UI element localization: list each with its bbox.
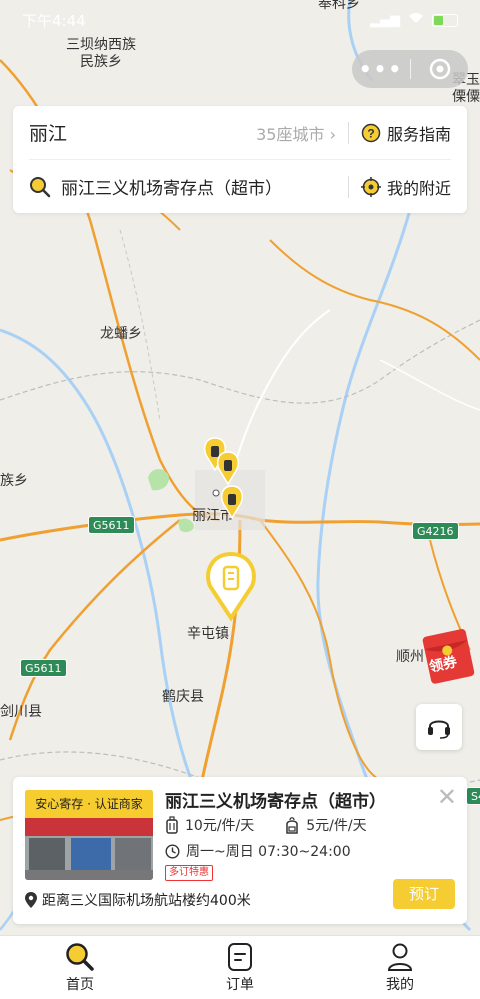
city-row: 丽江 35座城市 › ? 服务指南 [29,106,451,160]
close-mini-program-icon[interactable] [411,58,468,80]
hours-row: 周一~周日 07:30~24:00 [165,841,351,861]
search-icon [66,943,94,971]
service-guide-label: 服务指南 [386,124,451,144]
price-small-luggage: 5元/件/天 [306,818,367,834]
promo-tag: 多订特惠 [165,865,213,881]
divider [347,175,349,198]
tab-bar: 首页 订单 我的 [0,935,480,999]
svg-text:?: ? [367,126,374,140]
tab-profile[interactable]: 我的 [320,936,480,999]
divider [347,121,349,144]
wifi-icon [408,12,424,28]
tab-label: 订单 [226,977,254,993]
nearby-button[interactable]: 我的附近 [360,175,451,199]
tab-orders[interactable]: 订单 [160,936,320,999]
close-icon[interactable]: ✕ [437,785,457,809]
price-row: 10元/件/天 5元/件/天 [165,815,367,835]
store-name: 丽江三义机场寄存点（超市） [165,792,386,812]
tab-label: 首页 [66,977,94,993]
map-marker[interactable] [216,451,240,486]
map-marker[interactable] [220,485,244,520]
clock-icon [165,843,180,859]
store-card[interactable]: 安心寄存 · 认证商家 丽江三义机场寄存点（超市） ✕ 10元/件/天 5元/件… [13,777,467,924]
search-icon [30,176,51,197]
user-icon [387,943,413,971]
city-count-link[interactable]: 35座城市 › [256,121,336,145]
backpack-icon [286,817,298,834]
store-photo: 安心寄存 · 认证商家 [25,790,153,880]
nearby-label: 我的附近 [386,178,451,198]
city-count-label: 35座城市 [256,124,325,144]
service-guide-button[interactable]: ? 服务指南 [361,121,451,145]
opening-hours: 周一~周日 07:30~24:00 [186,844,351,860]
more-icon[interactable]: ••• [352,57,410,81]
battery-icon [432,13,458,27]
search-input[interactable]: 丽江三义机场寄存点（超市） [61,174,348,199]
chevron-right-icon: › [329,124,336,144]
status-time: 下午4:44 [22,11,86,30]
certified-badge: 安心寄存 · 认证商家 [25,790,153,818]
order-icon [228,943,252,971]
distance-text: 距离三义国际机场航站楼约400米 [42,893,251,909]
price-large-luggage: 10元/件/天 [185,818,255,834]
selected-map-marker[interactable] [206,551,256,622]
signal-icon: ▂▄▆ [370,12,400,28]
help-icon: ? [361,123,381,142]
current-city[interactable]: 丽江 [29,119,256,146]
headset-icon [428,720,450,739]
distance-row: 距离三义国际机场航站楼约400米 [25,890,251,910]
tab-label: 我的 [386,977,414,993]
tab-home[interactable]: 首页 [0,936,160,999]
customer-service-button[interactable] [416,704,462,750]
search-card: 丽江 35座城市 › ? 服务指南 丽江三义机场寄存点（超市） 我的附近 [13,106,467,213]
locate-icon [360,176,381,197]
suitcase-icon [166,816,178,834]
mini-program-capsule: ••• [352,50,468,88]
search-row: 丽江三义机场寄存点（超市） 我的附近 [29,160,451,213]
status-bar: 下午4:44 ▂▄▆ [0,0,480,40]
book-button[interactable]: 预订 [393,879,455,909]
coupon-button[interactable]: 领券 [420,624,480,684]
location-pin-icon [25,892,37,908]
